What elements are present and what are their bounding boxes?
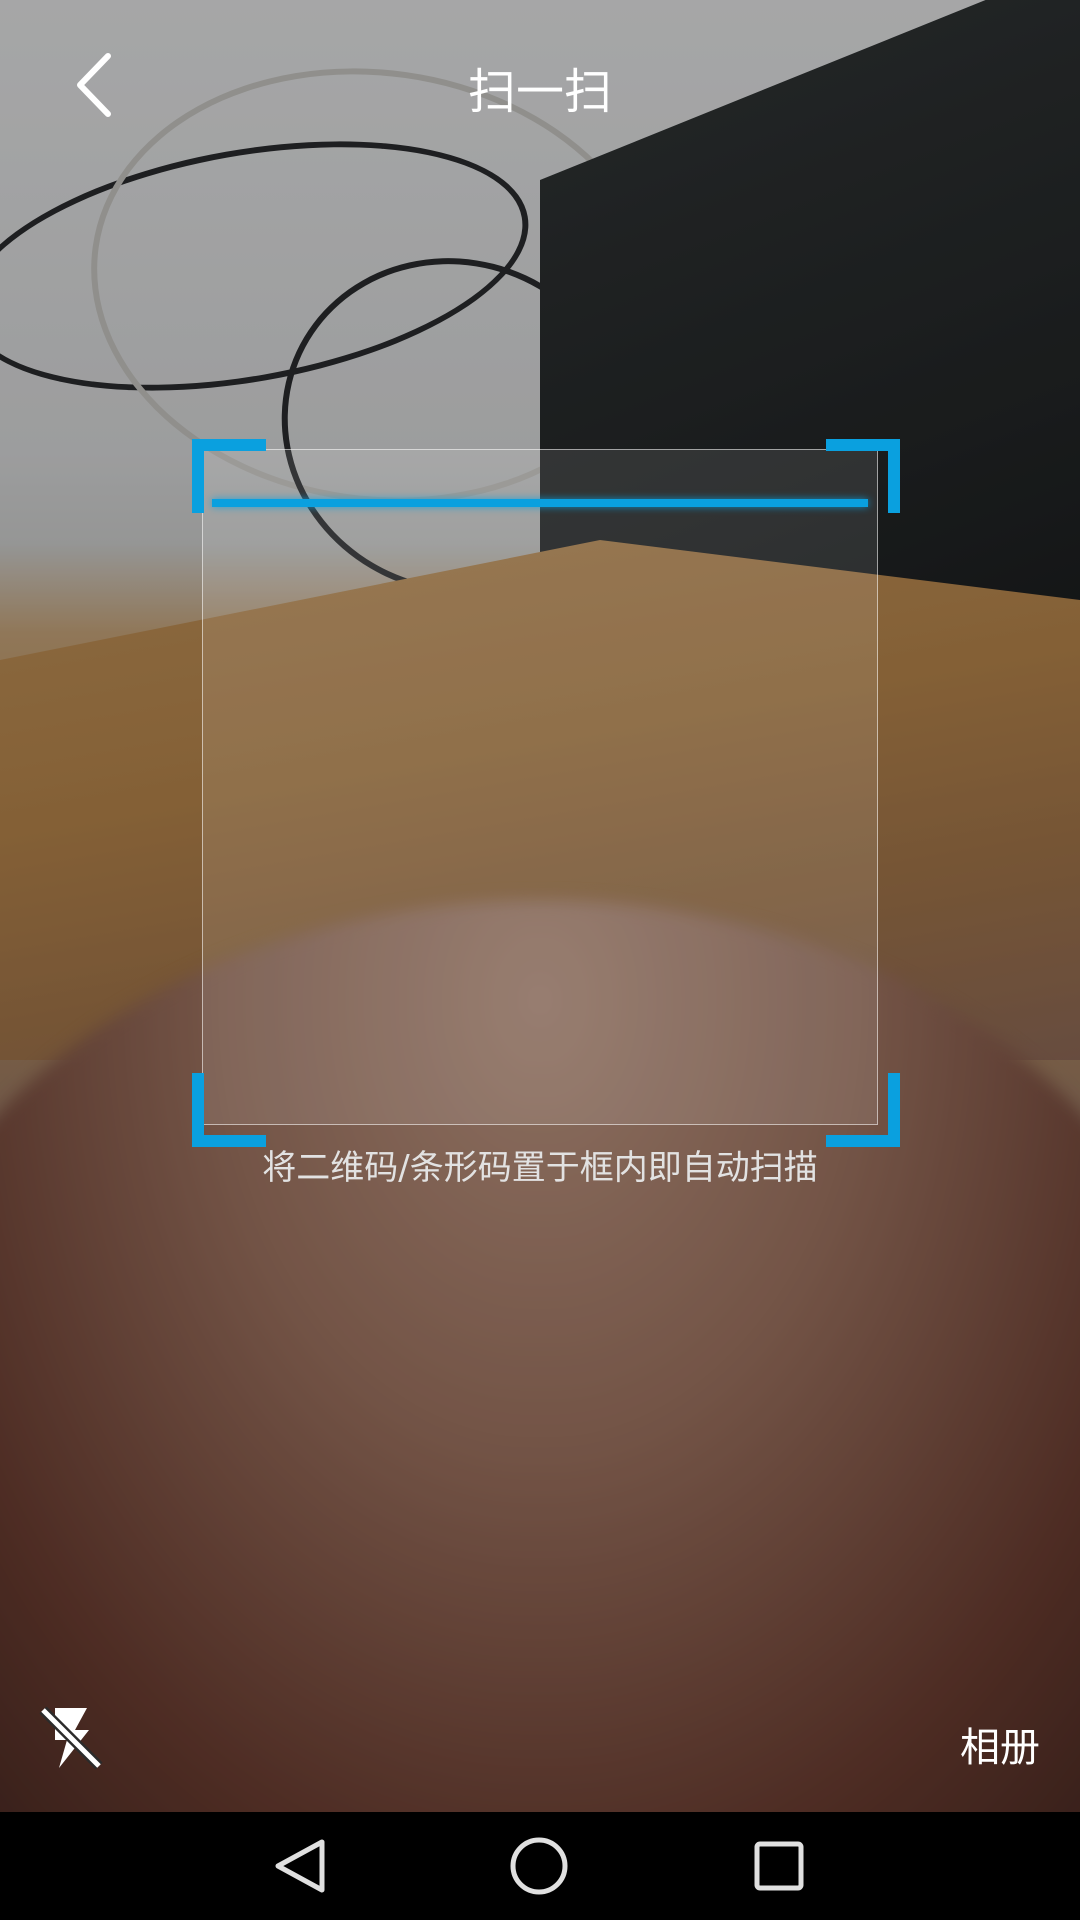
album-button[interactable]: 相册 bbox=[960, 1715, 1040, 1773]
circle-home-icon bbox=[510, 1837, 568, 1895]
camera-preview: 将二维码/条形码置于框内即自动扫描 扫一扫 相册 bbox=[0, 0, 1080, 1812]
flash-toggle-button[interactable] bbox=[35, 1702, 107, 1774]
triangle-back-icon bbox=[275, 1839, 325, 1893]
page-title: 扫一扫 bbox=[467, 64, 612, 120]
scan-window bbox=[202, 449, 878, 1125]
nav-recent-button[interactable] bbox=[743, 1830, 815, 1902]
square-recent-icon bbox=[754, 1841, 804, 1891]
nav-home-button[interactable] bbox=[503, 1830, 575, 1902]
scan-corner-bottom-left bbox=[192, 1073, 266, 1147]
top-bar: 扫一扫 bbox=[0, 0, 1080, 170]
scan-hint: 将二维码/条形码置于框内即自动扫描 bbox=[262, 1148, 818, 1188]
navigation-bar bbox=[0, 1812, 1080, 1920]
scan-corner-bottom-right bbox=[826, 1073, 900, 1147]
flash-off-icon bbox=[39, 1706, 103, 1770]
scan-line bbox=[212, 499, 868, 507]
nav-back-button[interactable] bbox=[264, 1830, 336, 1902]
